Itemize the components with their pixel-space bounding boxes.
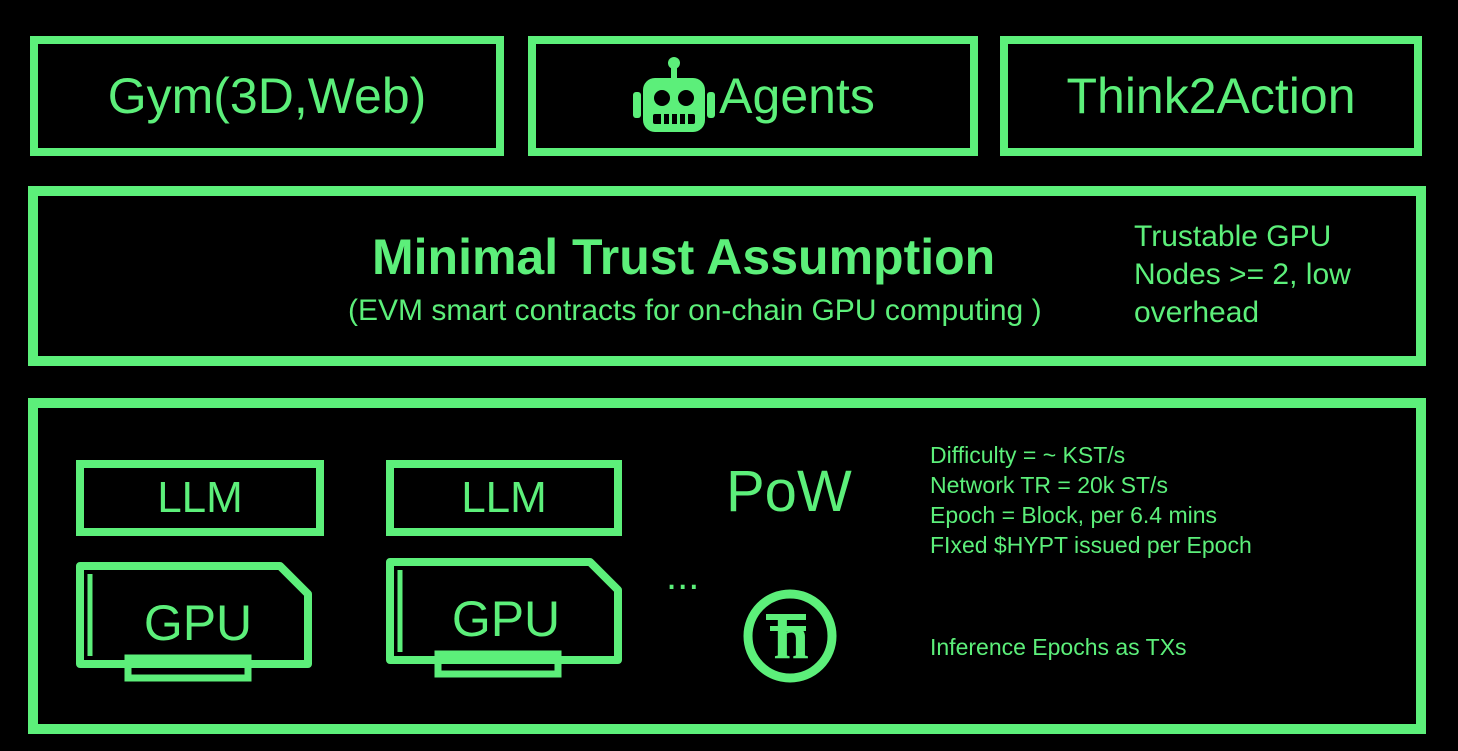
stat-line: FIxed $HYPT issued per Epoch [930, 532, 1252, 558]
stat-line: Network TR = 20k ST/s [930, 472, 1168, 498]
robot-icon [631, 56, 717, 136]
gpu-label: GPU [143, 595, 253, 651]
gym-label: Gym(3D,Web) [107, 68, 427, 124]
llm-box: LLM [386, 460, 622, 536]
trust-note-line: Nodes >= 2, low [1134, 258, 1351, 291]
llm-label: LLM [157, 473, 243, 522]
gpu-card: GPU [384, 556, 624, 682]
stat-line: Difficulty = ~ KST/s [930, 442, 1126, 468]
agents-box: Agents [528, 36, 978, 156]
trust-note-line: Trustable GPU [1134, 220, 1332, 253]
gpu-label: GPU [451, 591, 561, 647]
agents-label: Agents [719, 68, 875, 124]
trust-title: Minimal Trust Assumption [372, 229, 996, 285]
svg-text:h: h [773, 601, 809, 672]
llm-label: LLM [461, 473, 547, 522]
think2action-box: Think2Action [1000, 36, 1422, 156]
trust-subtitle: (EVM smart contracts for on-chain GPU co… [348, 294, 1042, 327]
trust-note-line: overhead [1134, 296, 1260, 329]
trust-side-note: Trustable GPU Nodes >= 2, low overhead [1134, 218, 1351, 332]
stat-line: Epoch = Block, per 6.4 mins [930, 502, 1218, 528]
think2action-label: Think2Action [1066, 68, 1356, 124]
more-nodes-ellipsis: ... [666, 554, 700, 598]
gpu-card: GPU [74, 560, 314, 686]
pow-label: PoW [726, 459, 852, 524]
tx-note: Inference Epochs as TXs [930, 634, 1187, 660]
gym-box: Gym(3D,Web) [30, 36, 504, 156]
pow-stats: Difficulty = ~ KST/s Network TR = 20k ST… [930, 440, 1252, 560]
hypt-token-icon: h [740, 586, 840, 686]
llm-box: LLM [76, 460, 324, 536]
